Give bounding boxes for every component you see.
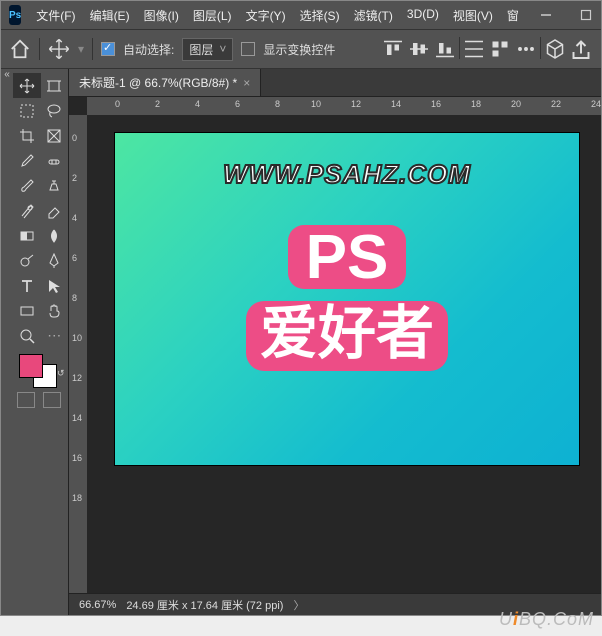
frame-tool[interactable]: [41, 123, 69, 148]
document-canvas[interactable]: WWW.PSAHZ.COM PS 爱好者: [115, 133, 579, 465]
3d-mode-button[interactable]: [543, 37, 567, 61]
healing-brush-tool[interactable]: [41, 148, 69, 173]
document-tab[interactable]: 未标题-1 @ 66.7%(RGB/8#) * ×: [69, 69, 261, 96]
distribute-button[interactable]: [462, 37, 486, 61]
tool-palette: ⋯ ↺: [13, 69, 69, 615]
canvas-url-text: WWW.PSAHZ.COM: [115, 159, 579, 190]
canvas-cn-text: 爱好者: [246, 301, 448, 371]
menu-file[interactable]: 文件(F): [29, 2, 82, 29]
watermark: UiBQ.CoM: [499, 609, 594, 630]
auto-select-target-dropdown[interactable]: 图层˅: [182, 38, 233, 61]
canvas-area[interactable]: WWW.PSAHZ.COM PS 爱好者: [87, 115, 601, 593]
edit-toolbar-button[interactable]: ⋯: [41, 323, 69, 348]
share-button[interactable]: [569, 37, 593, 61]
more-options-icon[interactable]: [514, 37, 538, 61]
auto-select-checkbox[interactable]: [101, 42, 115, 56]
ruler-vertical[interactable]: 0 2 4 6 8 10 12 14 16 18: [69, 115, 87, 593]
crop-tool[interactable]: [13, 123, 41, 148]
canvas-ps-text: PS: [288, 225, 407, 289]
clone-stamp-tool[interactable]: [41, 173, 69, 198]
zoom-tool[interactable]: [13, 323, 41, 348]
show-transform-checkbox[interactable]: [241, 42, 255, 56]
swap-colors-icon[interactable]: ↺: [57, 368, 65, 378]
pen-tool[interactable]: [41, 248, 69, 273]
rectangle-tool[interactable]: [13, 298, 41, 323]
zoom-level[interactable]: 66.67%: [79, 599, 116, 611]
menu-edit[interactable]: 编辑(E): [83, 2, 137, 29]
options-bar: ▾ 自动选择: 图层˅ 显示变换控件: [1, 29, 601, 69]
align-more-button[interactable]: [488, 37, 512, 61]
menu-filter[interactable]: 滤镜(T): [347, 2, 400, 29]
home-button[interactable]: [9, 38, 31, 60]
menu-layer[interactable]: 图层(L): [186, 2, 239, 29]
blur-tool[interactable]: [41, 223, 69, 248]
hand-tool[interactable]: [41, 298, 69, 323]
document-dimensions[interactable]: 24.69 厘米 x 17.64 厘米 (72 ppi): [126, 597, 283, 613]
eyedropper-tool[interactable]: [13, 148, 41, 173]
menu-type[interactable]: 文字(Y): [239, 2, 293, 29]
align-bottom-button[interactable]: [433, 37, 457, 61]
menu-view[interactable]: 视图(V): [446, 2, 500, 29]
menu-select[interactable]: 选择(S): [293, 2, 347, 29]
artboard-tool[interactable]: [41, 73, 69, 98]
menu-3d[interactable]: 3D(D): [400, 2, 446, 29]
move-tool[interactable]: [13, 73, 41, 98]
auto-select-label: 自动选择:: [123, 41, 174, 58]
quick-mask-button[interactable]: [17, 392, 35, 408]
eraser-tool[interactable]: [41, 198, 69, 223]
app-logo: Ps: [9, 5, 21, 25]
screen-mode-button[interactable]: [43, 392, 61, 408]
menu-bar: 文件(F) 编辑(E) 图像(I) 图层(L) 文字(Y) 选择(S) 滤镜(T…: [29, 2, 526, 29]
dodge-tool[interactable]: [13, 248, 41, 273]
type-tool[interactable]: [13, 273, 41, 298]
close-tab-icon[interactable]: ×: [243, 76, 250, 90]
lasso-tool[interactable]: [41, 98, 69, 123]
panel-collapse-icon[interactable]: «: [1, 69, 13, 80]
status-flyout-icon[interactable]: 〉: [293, 597, 304, 613]
move-tool-icon[interactable]: [48, 38, 70, 60]
align-top-button[interactable]: [381, 37, 405, 61]
history-brush-tool[interactable]: [13, 198, 41, 223]
align-vcenter-button[interactable]: [407, 37, 431, 61]
brush-tool[interactable]: [13, 173, 41, 198]
show-transform-label: 显示变换控件: [263, 41, 335, 58]
foreground-color-swatch[interactable]: [19, 354, 43, 378]
ruler-horizontal[interactable]: 0 2 4 6 8 10 12 14 16 18 20 22 24: [87, 97, 601, 115]
gradient-tool[interactable]: [13, 223, 41, 248]
marquee-tool[interactable]: [13, 98, 41, 123]
menu-window[interactable]: 窗: [500, 2, 526, 29]
window-minimize-button[interactable]: [526, 1, 566, 29]
document-tab-title: 未标题-1 @ 66.7%(RGB/8#) *: [79, 74, 237, 91]
window-maximize-button[interactable]: [566, 1, 602, 29]
menu-image[interactable]: 图像(I): [137, 2, 186, 29]
path-selection-tool[interactable]: [41, 273, 69, 298]
